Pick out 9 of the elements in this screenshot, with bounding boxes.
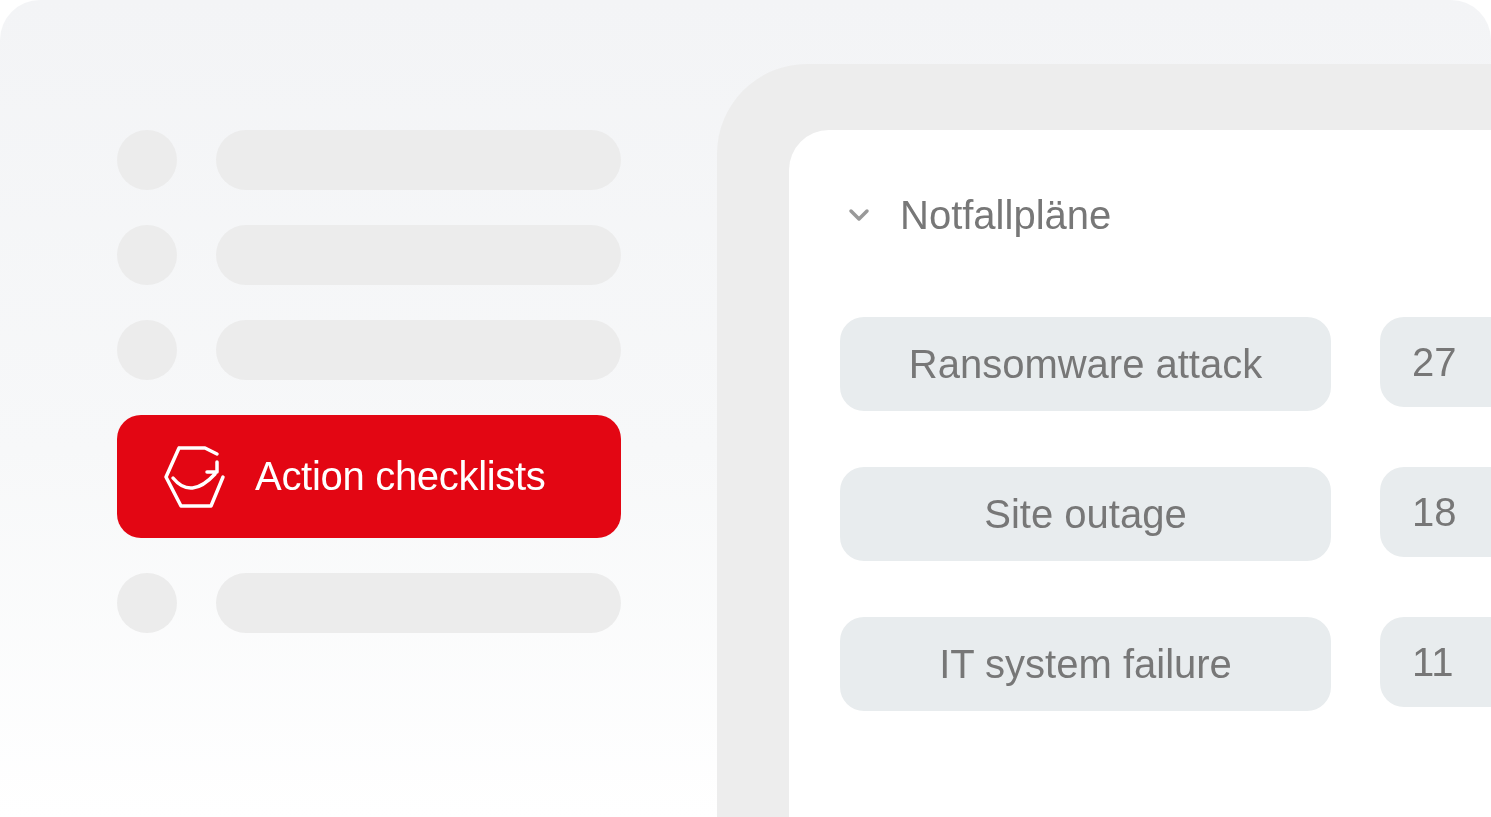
action-checklists-button[interactable]: Action checklists	[117, 415, 621, 538]
plan-item[interactable]: Ransomware attack	[840, 317, 1331, 411]
chevron-down-icon[interactable]	[848, 208, 870, 222]
plan-item[interactable]: IT system failure	[840, 617, 1331, 711]
plan-item[interactable]: Site outage	[840, 467, 1331, 561]
count-badge: 27	[1380, 317, 1491, 407]
panel-title: Notfallpläne	[900, 192, 1112, 238]
count-badge: 18	[1380, 467, 1491, 557]
count-badge: 11	[1380, 617, 1491, 707]
